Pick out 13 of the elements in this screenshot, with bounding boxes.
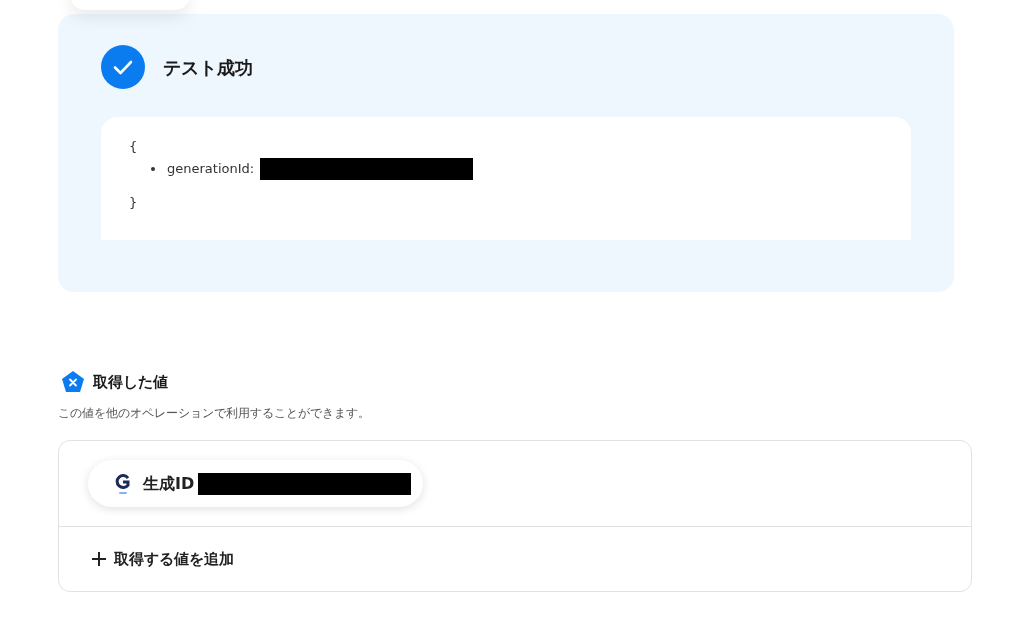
bullet-icon	[151, 166, 155, 171]
field-key: generationId:	[167, 158, 255, 179]
variable-icon	[61, 370, 85, 394]
section-description: この値を他のオペレーションで利用することができます。	[58, 406, 370, 420]
add-value-button[interactable]: 取得する値を追加	[59, 527, 234, 591]
open-brace: {	[129, 139, 138, 154]
close-brace: }	[129, 194, 138, 210]
result-title: テスト成功	[163, 55, 253, 80]
check-icon	[101, 45, 145, 89]
section-title: 取得した値	[93, 371, 168, 393]
plus-icon	[92, 552, 106, 566]
value-chip[interactable]: 生成ID	[88, 460, 423, 507]
g-logo-icon	[115, 472, 131, 495]
